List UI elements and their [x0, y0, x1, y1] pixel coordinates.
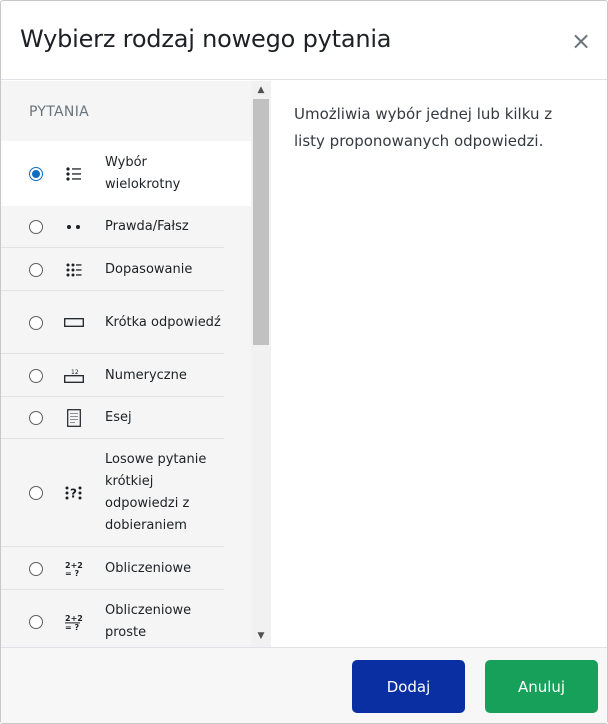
svg-text:= ?: = ?	[65, 569, 79, 578]
svg-text:2+2: 2+2	[65, 614, 83, 623]
shortanswer-icon	[63, 314, 85, 332]
question-type-item-match[interactable]: Dopasowanie	[1, 248, 251, 291]
question-type-description: Umożliwia wybór jednej lub kilku z listy…	[294, 105, 553, 150]
radio-button[interactable]	[29, 262, 43, 277]
question-type-item-truefalse[interactable]: Prawda/Fałsz	[1, 206, 251, 248]
scroll-up-arrow-icon[interactable]: ▲	[251, 83, 271, 97]
close-icon[interactable]: ×	[569, 27, 593, 55]
radio-button[interactable]	[29, 411, 43, 425]
calculatedsimple-icon: 2+2 = ?	[63, 613, 85, 631]
question-type-label: Losowe pytanie krótkiej odpowiedzi z dob…	[105, 452, 207, 533]
section-heading: PYTANIA	[29, 104, 90, 120]
dialog-header: Wybierz rodzaj nowego pytania ×	[1, 1, 607, 80]
question-type-label: Dopasowanie	[105, 261, 193, 277]
question-type-item-numerical[interactable]: 12 Numeryczne	[1, 354, 251, 397]
list-scrollbar[interactable]: ▲ ▼	[251, 81, 271, 647]
multichoice-icon	[63, 165, 85, 183]
match-icon	[63, 261, 85, 279]
essay-icon	[63, 409, 85, 427]
add-button[interactable]: Dodaj	[352, 660, 465, 713]
radio-button[interactable]	[29, 166, 43, 181]
question-type-label: Wybór wielokrotny	[105, 154, 181, 192]
question-type-label: Krótka odpowiedź	[105, 314, 221, 330]
radio-button[interactable]	[29, 561, 43, 576]
cancel-button[interactable]: Anuluj	[485, 660, 598, 713]
question-type-label: Esej	[105, 410, 132, 425]
svg-text:12: 12	[71, 369, 79, 376]
scroll-down-arrow-icon[interactable]: ▼	[251, 629, 271, 643]
question-type-item-essay[interactable]: Esej	[1, 397, 251, 439]
truefalse-icon	[63, 218, 85, 236]
question-type-item-calculated[interactable]: 2+2 = ? Obliczeniowe	[1, 547, 251, 590]
question-type-label: Prawda/Fałsz	[105, 219, 189, 234]
description-pane: Umożliwia wybór jednej lub kilku z listy…	[271, 81, 607, 647]
radio-button[interactable]	[29, 368, 43, 383]
radio-button[interactable]	[29, 614, 43, 629]
dialog-footer: Dodaj Anuluj	[1, 647, 607, 723]
question-type-item-randomsamatch[interactable]: ? Losowe pytanie krótkiej odpowiedzi z d…	[1, 439, 251, 547]
question-type-list: Wybór wielokrotny Prawda/Fałsz Dopasowan…	[1, 141, 251, 647]
svg-text:?: ?	[70, 487, 77, 501]
question-type-item-multichoice[interactable]: Wybór wielokrotny	[1, 141, 251, 206]
numerical-icon: 12	[63, 367, 85, 385]
question-type-list-pane[interactable]: PYTANIA Wybór wielokrotny Prawda/Fałsz D…	[1, 81, 271, 647]
question-type-label: Obliczeniowe proste	[105, 602, 192, 640]
question-type-item-calculatedsimple[interactable]: 2+2 = ? Obliczeniowe proste	[1, 590, 251, 647]
question-type-label: Obliczeniowe	[105, 560, 192, 576]
radio-button[interactable]	[29, 315, 43, 330]
question-type-item-shortanswer[interactable]: Krótka odpowiedź	[1, 291, 251, 354]
calculated-icon: 2+2 = ?	[63, 560, 85, 578]
dialog-body: PYTANIA Wybór wielokrotny Prawda/Fałsz D…	[1, 81, 607, 647]
radio-button[interactable]	[29, 220, 43, 234]
scroll-thumb[interactable]	[253, 99, 269, 345]
radio-button[interactable]	[29, 486, 43, 500]
dialog-title: Wybierz rodzaj nowego pytania	[20, 25, 392, 53]
svg-text:= ?: = ?	[65, 623, 79, 631]
question-type-label: Numeryczne	[105, 367, 187, 383]
question-type-dialog: Wybierz rodzaj nowego pytania × PYTANIA	[0, 0, 608, 724]
randomsamatch-icon: ?	[63, 484, 85, 502]
